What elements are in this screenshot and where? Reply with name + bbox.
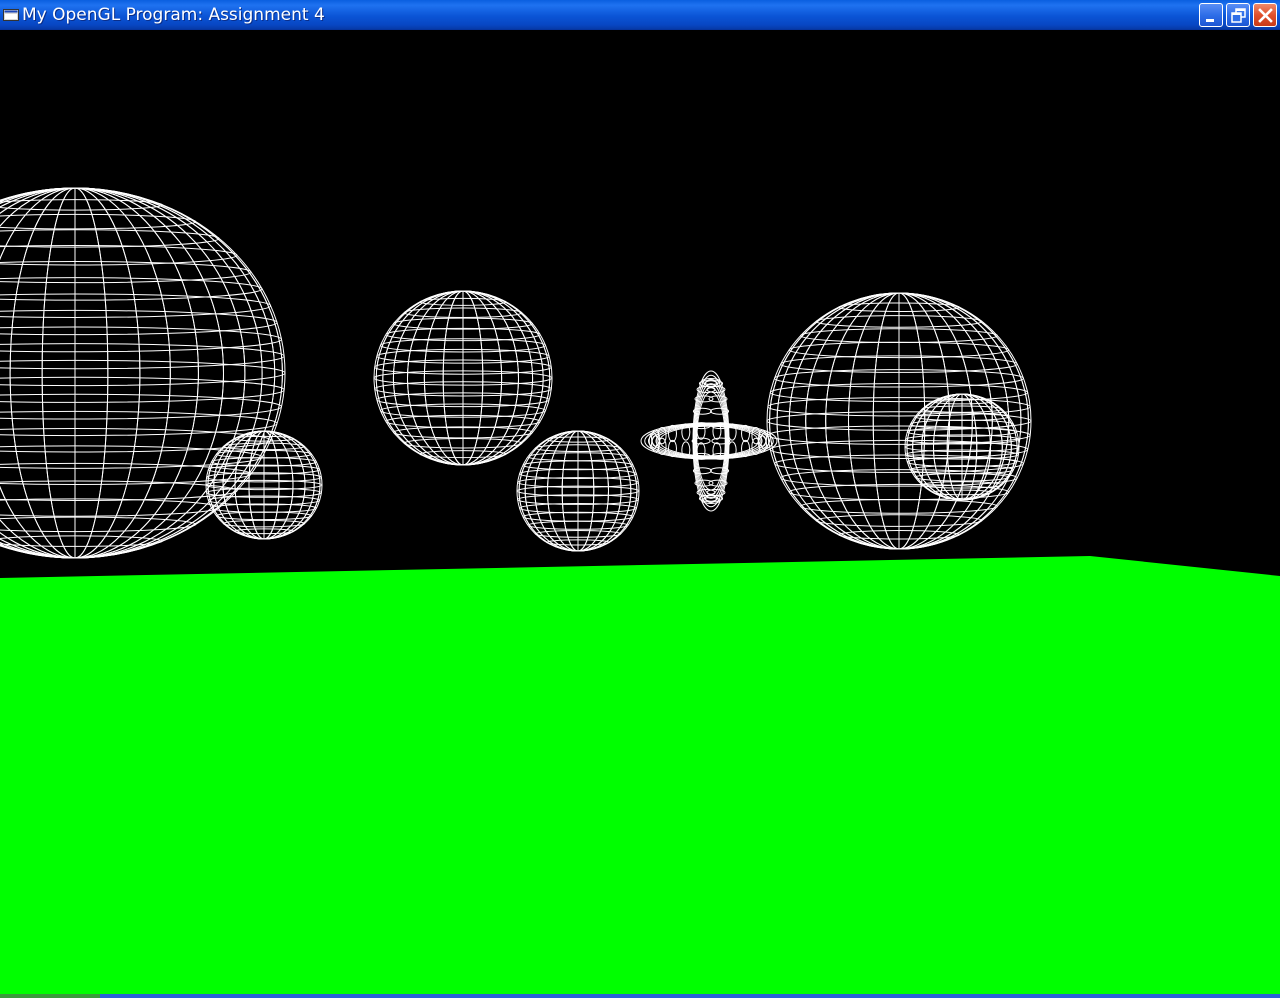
restore-button[interactable] [1226, 3, 1250, 27]
small-sphere-right [904, 393, 1020, 501]
restore-icon [1231, 8, 1246, 23]
opengl-viewport[interactable] [0, 30, 1280, 998]
window-title: My OpenGL Program: Assignment 4 [22, 5, 325, 25]
lower-sphere-center [516, 430, 640, 552]
app-window-icon[interactable] [3, 8, 19, 21]
close-icon [1258, 8, 1273, 23]
minimize-icon [1206, 19, 1214, 22]
title-bar[interactable]: My OpenGL Program: Assignment 4 [0, 0, 1280, 30]
opengl-window: My OpenGL Program: Assignment 4 [0, 0, 1280, 998]
taskbar-edge [0, 994, 1280, 998]
green-ground-plane [0, 556, 1280, 998]
start-button-edge[interactable] [0, 994, 100, 998]
minimize-button[interactable] [1199, 3, 1223, 27]
small-sphere-left [205, 430, 323, 540]
close-button[interactable] [1253, 3, 1277, 27]
scene-canvas [0, 30, 1280, 998]
